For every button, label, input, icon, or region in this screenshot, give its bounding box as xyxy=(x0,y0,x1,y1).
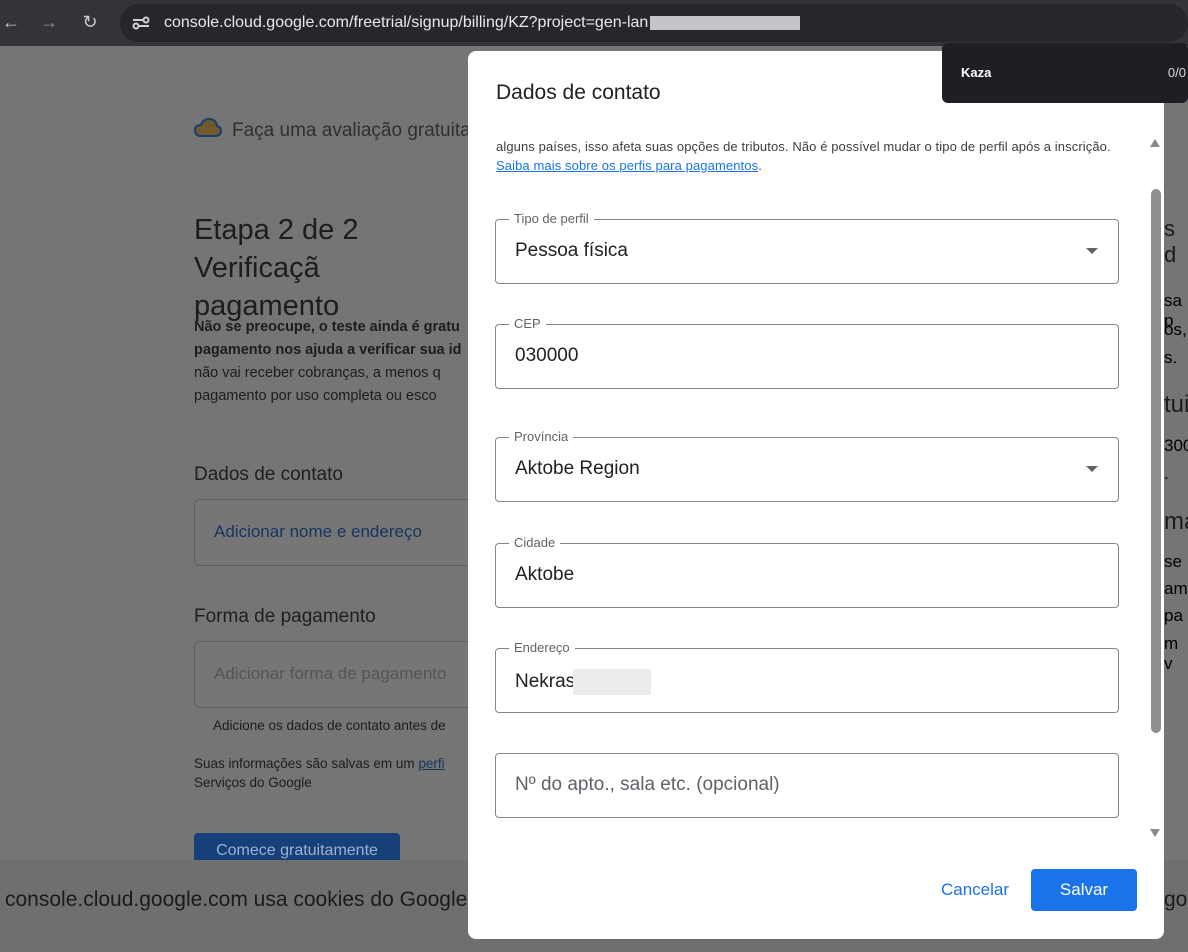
field-placeholder: Nº do apto., sala etc. (opcional) xyxy=(515,774,780,795)
peek-text: m v xyxy=(1164,634,1179,673)
reload-icon[interactable]: ↻ xyxy=(79,12,101,33)
field-value: 030000 xyxy=(515,345,579,366)
peek-text: se xyxy=(1164,552,1182,571)
dropdown-arrow-icon[interactable] xyxy=(1086,248,1098,254)
add-payment-placeholder: Adicionar forma de pagamento xyxy=(214,664,447,683)
address-input[interactable]: Endereço Nekras xyxy=(495,640,1119,713)
site-settings-icon[interactable] xyxy=(130,12,152,34)
redacted-block xyxy=(573,669,652,695)
province-select[interactable]: Província Aktobe Region xyxy=(495,429,1119,502)
browser-toolbar: ← → ↻ console.cloud.google.com/freetrial… xyxy=(0,0,1188,46)
peek-text: s. xyxy=(1164,348,1178,367)
payment-box[interactable]: Adicionar forma de pagamento xyxy=(194,641,484,708)
dropdown-arrow-icon[interactable] xyxy=(1086,466,1098,472)
payment-hint: Adicione os dados de contato antes de xyxy=(213,718,446,733)
contact-heading: Dados de contato xyxy=(194,464,343,485)
address-bar[interactable]: console.cloud.google.com/freetrial/signu… xyxy=(120,4,1188,42)
desc-line: Não se preocupe, o teste ainda é gratu xyxy=(194,319,460,335)
field-label: CEP xyxy=(509,316,546,331)
scrollbar-thumb[interactable] xyxy=(1151,189,1161,733)
peek-text: ame xyxy=(1164,579,1188,598)
desc-line: pagamento por uso completa ou esco xyxy=(194,388,437,404)
desc-line: pagamento nos ajuda a verificar sua id xyxy=(194,342,462,358)
field-label: Tipo de perfil xyxy=(509,211,594,226)
scroll-up-arrow-icon[interactable] xyxy=(1150,139,1160,147)
toast-count: 0/0 xyxy=(1167,65,1186,80)
contact-details-dialog: Dados de contato alguns países, isso afe… xyxy=(468,51,1164,939)
field-label: Província xyxy=(509,429,574,444)
scroll-down-arrow-icon[interactable] xyxy=(1150,829,1160,837)
peek-text: os, xyxy=(1164,320,1187,339)
field-value: Aktobe Region xyxy=(515,458,640,479)
dialog-title: Dados de contato xyxy=(496,81,661,104)
step-title-line1: Etapa 2 de 2 Verificaçã xyxy=(194,214,359,284)
apartment-input[interactable]: Nº do apto., sala etc. (opcional) xyxy=(495,753,1119,818)
toast-title: Kaza xyxy=(961,65,992,80)
cookie-tail: go xyxy=(1164,888,1188,911)
trial-header: Faça uma avaliação gratuita c xyxy=(193,117,486,144)
field-label: Cidade xyxy=(509,535,561,550)
url-text: console.cloud.google.com/freetrial/signu… xyxy=(164,14,649,31)
field-label: Endereço xyxy=(509,640,575,655)
info-text: Suas informações são salvas em um perfi … xyxy=(194,754,445,792)
payment-profiles-link[interactable]: Saiba mais sobre os perfis para pagament… xyxy=(496,158,758,173)
trial-title: Faça uma avaliação gratuita c xyxy=(232,120,486,141)
postal-code-input[interactable]: CEP 030000 xyxy=(495,316,1119,389)
notification-toast: Kaza 0/0 xyxy=(942,43,1188,103)
google-cloud-logo-icon xyxy=(193,117,223,144)
help-text: alguns países, isso afeta suas opções de… xyxy=(496,139,1111,154)
address-text: Nekras xyxy=(515,671,576,693)
contact-box[interactable]: Adicionar nome e endereço xyxy=(194,499,484,566)
cookie-text: console.cloud.google.com usa cookies do … xyxy=(5,888,468,911)
cancel-button[interactable]: Cancelar xyxy=(930,869,1020,911)
step-description: Não se preocupe, o teste ainda é gratu p… xyxy=(194,316,474,408)
peek-text: . xyxy=(1164,464,1169,483)
field-value: Pessoa física xyxy=(515,240,628,261)
help-end: . xyxy=(758,158,762,173)
url-redaction xyxy=(650,16,801,30)
peek-text: tui xyxy=(1164,391,1188,418)
step-title: Etapa 2 de 2 Verificaçã pagamento xyxy=(194,211,484,325)
peek-text: s d xyxy=(1164,216,1177,267)
add-contact-link[interactable]: Adicionar nome e endereço xyxy=(214,522,422,542)
back-arrow-icon[interactable]: ← xyxy=(0,12,22,33)
profile-type-select[interactable]: Tipo de perfil Pessoa física xyxy=(495,211,1119,284)
city-input[interactable]: Cidade Aktobe xyxy=(495,535,1119,608)
dialog-help-text: alguns países, isso afeta suas opções de… xyxy=(496,137,1126,175)
peek-text: pa xyxy=(1164,606,1183,625)
field-value: Nekras xyxy=(515,669,652,695)
info-line: Suas informações são salvas em um xyxy=(194,756,419,771)
save-button[interactable]: Salvar xyxy=(1031,869,1137,911)
payment-heading: Forma de pagamento xyxy=(194,606,376,627)
forward-arrow-icon[interactable]: → xyxy=(38,12,60,33)
peek-text: ma xyxy=(1164,508,1188,535)
desc-line: não vai receber cobranças, a menos q xyxy=(194,365,441,381)
info-line: Serviços do Google xyxy=(194,775,312,790)
profile-link[interactable]: perfi xyxy=(418,756,444,771)
peek-text: 300 xyxy=(1164,436,1188,455)
field-value: Aktobe xyxy=(515,564,575,585)
